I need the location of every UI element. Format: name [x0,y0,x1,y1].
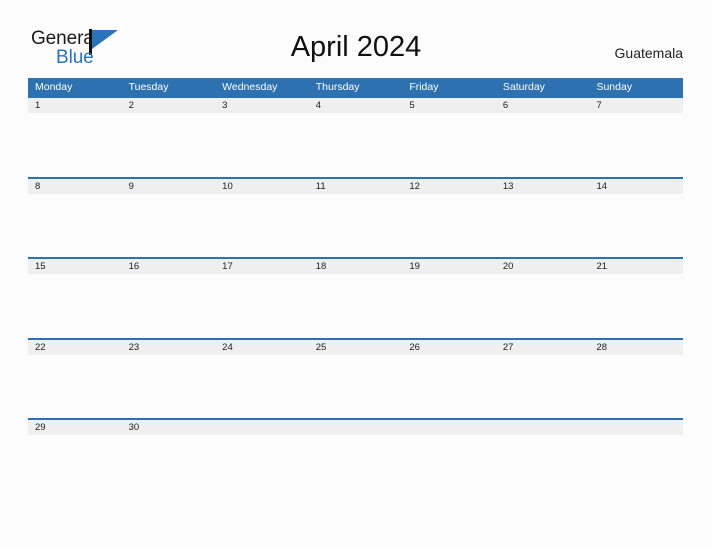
week-row: 15 16 17 18 19 20 21 [28,257,683,338]
day-cell[interactable]: 8 [28,179,122,194]
day-cell[interactable]: 28 [589,340,683,355]
week-date-band: 29 30 [28,420,683,435]
day-cell[interactable]: 17 [215,259,309,274]
weekday-saturday: Saturday [502,81,545,93]
week-row: 22 23 24 25 26 27 28 [28,337,683,418]
day-cell[interactable]: 15 [28,259,122,274]
day-cell[interactable]: 1 [28,98,122,113]
day-cell[interactable]: 23 [122,340,216,355]
weekday-wednesday: Wednesday [222,81,278,93]
week-date-band: 1 2 3 4 5 6 7 [28,98,683,113]
day-cell[interactable]: 3 [215,98,309,113]
day-cell[interactable] [496,420,590,435]
week-note-area[interactable] [28,113,683,177]
day-cell[interactable]: 20 [496,259,590,274]
day-cell[interactable]: 5 [402,98,496,113]
calendar-grid: Monday Tuesday Wednesday Thursday Friday… [28,78,683,499]
day-cell[interactable]: 13 [496,179,590,194]
day-cell[interactable]: 29 [28,420,122,435]
day-cell[interactable]: 21 [589,259,683,274]
week-note-area[interactable] [28,193,683,257]
week-row: 1 2 3 4 5 6 7 [28,96,683,177]
day-cell[interactable]: 11 [309,179,403,194]
day-cell[interactable]: 22 [28,340,122,355]
weekday-sunday: Sunday [596,81,633,93]
day-cell[interactable]: 9 [122,179,216,194]
day-cell[interactable]: 10 [215,179,309,194]
week-row: 29 30 [28,418,683,499]
day-cell[interactable] [309,420,403,435]
week-note-area[interactable] [28,354,683,418]
page-header: General Blue April 2024 Guatemala [0,0,712,78]
day-cell[interactable]: 27 [496,340,590,355]
day-cell[interactable]: 4 [309,98,403,113]
day-cell[interactable]: 18 [309,259,403,274]
week-date-band: 8 9 10 11 12 13 14 [28,178,683,194]
day-cell[interactable]: 30 [122,420,216,435]
page-title: April 2024 [290,31,422,63]
weekday-tuesday: Tuesday [128,81,169,93]
locale-label: Guatemala [614,45,683,61]
day-cell[interactable]: 7 [589,98,683,113]
week-row: 8 9 10 11 12 13 14 [28,176,683,257]
weekday-friday: Friday [409,81,439,93]
week-date-band: 15 16 17 18 19 20 21 [28,259,683,274]
day-cell[interactable]: 16 [122,259,216,274]
day-cell[interactable]: 2 [122,98,216,113]
day-cell[interactable] [402,420,496,435]
day-cell[interactable]: 14 [589,179,683,194]
day-cell[interactable]: 12 [402,179,496,194]
day-cell[interactable] [215,420,309,435]
week-date-band: 22 23 24 25 26 27 28 [28,339,683,355]
day-cell[interactable]: 26 [402,340,496,355]
day-cell[interactable] [589,420,683,435]
day-cell[interactable]: 6 [496,98,590,113]
weekday-thursday: Thursday [315,81,360,93]
day-cell[interactable]: 24 [215,340,309,355]
day-cell[interactable]: 19 [402,259,496,274]
weekday-header-row: Monday Tuesday Wednesday Thursday Friday… [28,78,683,96]
week-note-area[interactable] [28,435,683,499]
weekday-monday: Monday [35,81,73,93]
week-note-area[interactable] [28,274,683,338]
day-cell[interactable]: 25 [309,340,403,355]
